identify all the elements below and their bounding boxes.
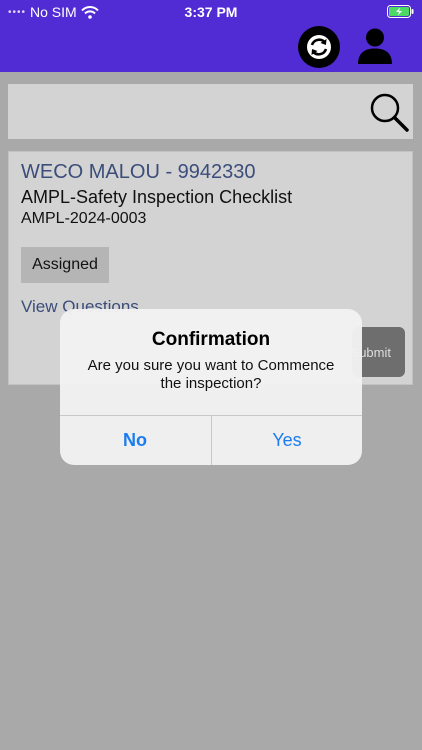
search-icon[interactable] <box>367 90 411 134</box>
vessel-name: WECO MALOU - 9942330 <box>21 161 256 183</box>
user-icon <box>358 28 392 64</box>
status-time: 3:37 PM <box>184 4 238 20</box>
app-header: •••• No SIM 3:37 PM <box>0 0 422 72</box>
dialog-title: Confirmation <box>151 329 271 350</box>
inspection-reference: AMPL-2024-0003 <box>21 210 147 227</box>
status-bar: •••• No SIM 3:37 PM <box>0 0 422 24</box>
no-button[interactable]: No <box>60 416 210 465</box>
search-bar[interactable] <box>8 84 413 139</box>
status-badge: Assigned <box>21 247 109 283</box>
sync-button[interactable] <box>298 26 340 68</box>
sync-icon <box>307 35 331 59</box>
user-button[interactable] <box>354 26 396 68</box>
yes-button[interactable]: Yes <box>212 416 362 465</box>
checklist-title: AMPL-Safety Inspection Checklist <box>21 187 293 207</box>
dialog-message: Are you sure you want to Commence the in… <box>87 357 335 392</box>
battery-icon <box>387 5 414 18</box>
confirmation-dialog: Confirmation Are you sure you want to Co… <box>60 309 362 465</box>
